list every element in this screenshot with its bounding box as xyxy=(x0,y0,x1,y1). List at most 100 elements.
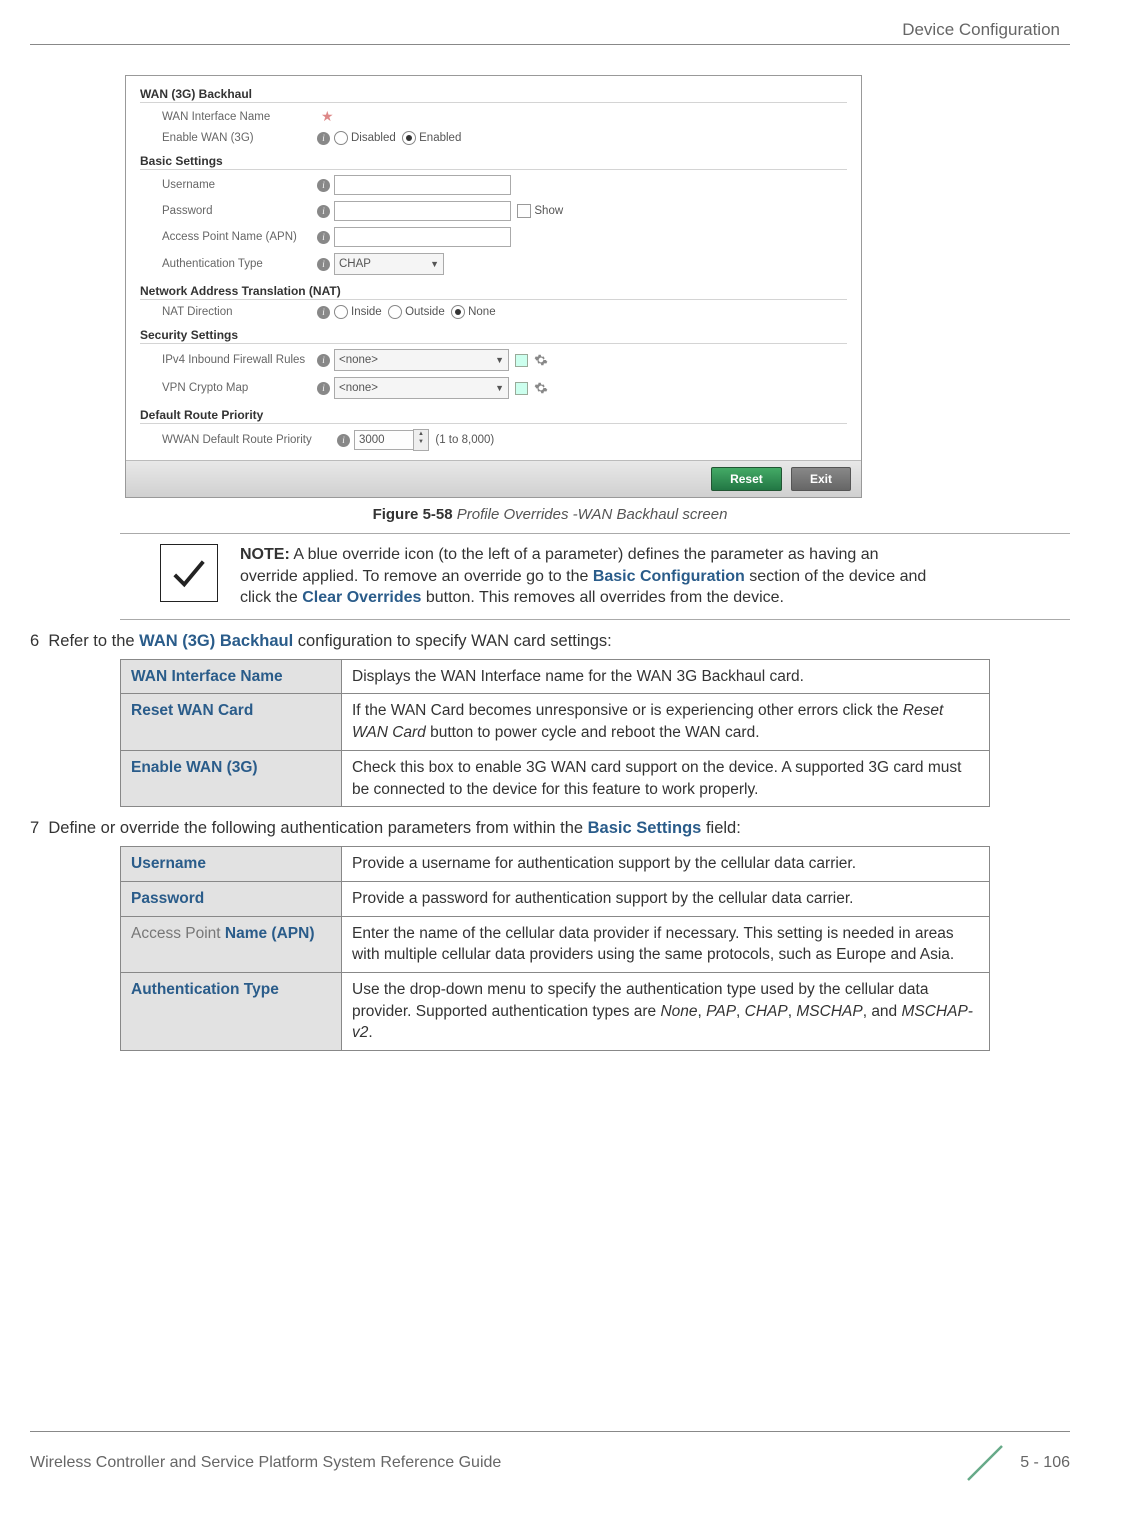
chevron-down-icon: ▼ xyxy=(430,259,439,269)
param-desc: Displays the WAN Interface name for the … xyxy=(342,659,990,694)
param-name: WAN Interface Name xyxy=(121,659,342,694)
info-icon[interactable]: i xyxy=(317,382,330,395)
table-row: Reset WAN Card If the WAN Card becomes u… xyxy=(121,694,990,750)
note-label: NOTE: xyxy=(240,546,290,563)
figure-caption: Figure 5-58 Profile Overrides -WAN Backh… xyxy=(30,506,1070,523)
radio-inside[interactable] xyxy=(334,305,348,319)
param-desc: Enter the name of the cellular data prov… xyxy=(342,916,990,972)
radio-outside[interactable] xyxy=(388,305,402,319)
radio-disabled[interactable] xyxy=(334,131,348,145)
table-row: WAN Interface Name Displays the WAN Inte… xyxy=(121,659,990,694)
username-input[interactable] xyxy=(334,175,511,195)
note-t3: button. This removes all overrides from … xyxy=(421,589,784,606)
info-icon[interactable]: i xyxy=(317,258,330,271)
table-row: Access Point Name (APN) Enter the name o… xyxy=(121,916,990,972)
info-icon[interactable]: i xyxy=(317,205,330,218)
wan-backhaul-table: WAN Interface Name Displays the WAN Inte… xyxy=(120,659,990,807)
page-number: 5 - 106 xyxy=(1020,1454,1070,1472)
wan-backhaul-legend: WAN (3G) Backhaul xyxy=(140,87,847,105)
chevron-down-icon: ▼ xyxy=(495,355,504,365)
nat-direction-label: NAT Direction xyxy=(162,306,317,318)
gear-icon[interactable] xyxy=(534,353,548,367)
vpn-crypto-label: VPN Crypto Map xyxy=(162,382,317,394)
password-label: Password xyxy=(162,205,317,217)
step-num: 7 xyxy=(30,819,39,837)
wan-interface-name-label: WAN Interface Name xyxy=(162,111,317,123)
exit-button[interactable]: Exit xyxy=(791,467,851,491)
info-icon[interactable]: i xyxy=(317,179,330,192)
info-icon[interactable]: i xyxy=(317,231,330,244)
vpn-crypto-dropdown[interactable]: <none> ▼ xyxy=(334,377,509,399)
wan-backhaul-fieldset: WAN (3G) Backhaul WAN Interface Name ★ E… xyxy=(140,87,847,148)
param-desc: Check this box to enable 3G WAN card sup… xyxy=(342,750,990,806)
priority-spinner[interactable]: 3000 ▲▼ xyxy=(354,429,429,451)
param-desc: Provide a username for authentication su… xyxy=(342,847,990,882)
footer-left: Wireless Controller and Service Platform… xyxy=(30,1454,501,1472)
radio-enabled[interactable] xyxy=(402,131,416,145)
nat-legend: Network Address Translation (NAT) xyxy=(140,284,847,302)
radio-none[interactable] xyxy=(451,305,465,319)
param-name: Access Point Name (APN) xyxy=(121,916,342,972)
add-icon[interactable] xyxy=(515,354,528,367)
basic-settings-table: Username Provide a username for authenti… xyxy=(120,846,990,1051)
step6-t1: Refer to the xyxy=(48,632,139,650)
param-name: Reset WAN Card xyxy=(121,694,342,750)
inside-text: Inside xyxy=(351,306,382,318)
security-fieldset: Security Settings IPv4 Inbound Firewall … xyxy=(140,328,847,402)
param-name: Password xyxy=(121,881,342,916)
auth-type-dropdown[interactable]: CHAP ▼ xyxy=(334,253,444,275)
auth-type-label: Authentication Type xyxy=(162,258,317,270)
apn-label: Access Point Name (APN) xyxy=(162,231,317,243)
step-num: 6 xyxy=(30,632,39,650)
info-icon[interactable]: i xyxy=(317,306,330,319)
divider xyxy=(120,619,1070,620)
ipv4-value: <none> xyxy=(339,354,378,366)
page-slash-icon xyxy=(960,1438,1010,1488)
table-row: Username Provide a username for authenti… xyxy=(121,847,990,882)
required-star-icon: ★ xyxy=(321,108,334,125)
table-row: Authentication Type Use the drop-down me… xyxy=(121,972,990,1050)
apn-input[interactable] xyxy=(334,227,511,247)
nat-fieldset: Network Address Translation (NAT) NAT Di… xyxy=(140,284,847,322)
chevron-down-icon: ▼ xyxy=(495,383,504,393)
outside-text: Outside xyxy=(405,306,445,318)
basic-settings-legend: Basic Settings xyxy=(140,154,847,172)
param-desc: Provide a password for authentication su… xyxy=(342,881,990,916)
basic-settings-fieldset: Basic Settings Username i Password i Sho… xyxy=(140,154,847,278)
ipv4-rules-dropdown[interactable]: <none> ▼ xyxy=(334,349,509,371)
step-7: 7 Define or override the following authe… xyxy=(30,819,1070,838)
auth-type-value: CHAP xyxy=(339,258,371,270)
show-checkbox[interactable] xyxy=(517,204,531,218)
param-desc: Use the drop-down menu to specify the au… xyxy=(342,972,990,1050)
param-name: Enable WAN (3G) xyxy=(121,750,342,806)
info-icon[interactable]: i xyxy=(317,354,330,367)
priority-value[interactable]: 3000 xyxy=(354,430,414,450)
button-bar: Reset Exit xyxy=(126,460,861,497)
gear-icon[interactable] xyxy=(534,381,548,395)
step7-t1: Define or override the following authent… xyxy=(48,819,587,837)
username-label: Username xyxy=(162,179,317,191)
step7-t2: field: xyxy=(701,819,740,837)
security-legend: Security Settings xyxy=(140,328,847,346)
spinner-buttons[interactable]: ▲▼ xyxy=(413,429,429,451)
note-text: NOTE: A blue override icon (to the left … xyxy=(240,544,930,609)
footer-rule xyxy=(30,1431,1070,1432)
info-icon[interactable]: i xyxy=(337,434,350,447)
divider xyxy=(120,533,1070,534)
figure-text: Profile Overrides -WAN Backhaul screen xyxy=(457,506,728,523)
add-icon[interactable] xyxy=(515,382,528,395)
note-link2: Clear Overrides xyxy=(302,589,421,606)
header-rule xyxy=(30,44,1070,45)
password-input[interactable] xyxy=(334,201,511,221)
table-row: Password Provide a password for authenti… xyxy=(121,881,990,916)
page-footer: Wireless Controller and Service Platform… xyxy=(30,1431,1070,1488)
info-icon[interactable]: i xyxy=(317,132,330,145)
header-section: Device Configuration xyxy=(30,20,1070,40)
param-name: Username xyxy=(121,847,342,882)
step6-link: WAN (3G) Backhaul xyxy=(139,632,293,650)
range-text: (1 to 8,000) xyxy=(435,434,494,446)
reset-button[interactable]: Reset xyxy=(711,467,782,491)
route-priority-fieldset: Default Route Priority WWAN Default Rout… xyxy=(140,408,847,454)
table-row: Enable WAN (3G) Check this box to enable… xyxy=(121,750,990,806)
show-label: Show xyxy=(534,205,563,217)
